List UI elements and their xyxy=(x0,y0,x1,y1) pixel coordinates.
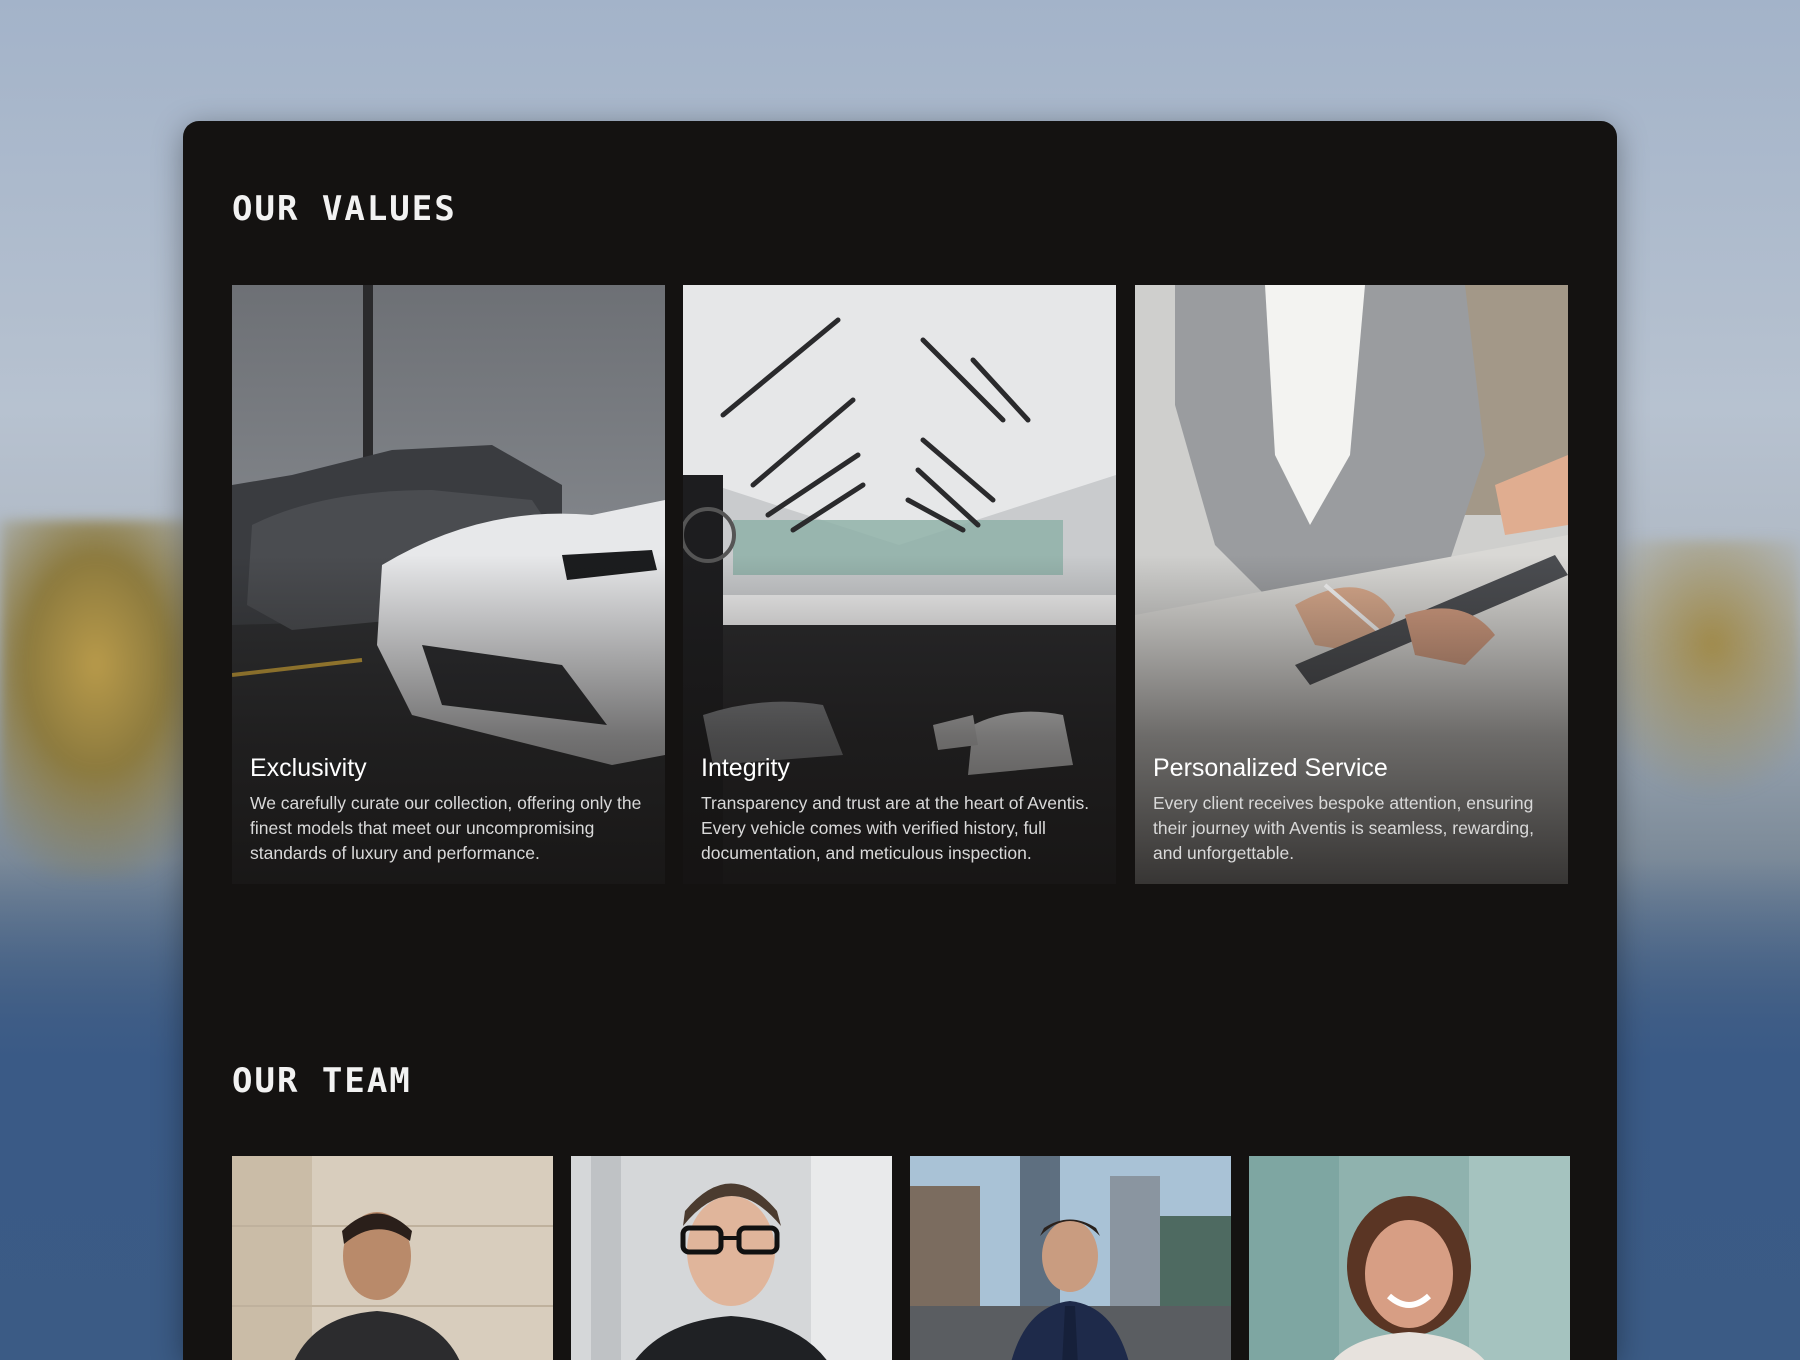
card-description: Every client receives bespoke attention,… xyxy=(1153,793,1534,863)
value-card-integrity[interactable]: Integrity Transparency and trust are at … xyxy=(683,285,1116,884)
card-title: Exclusivity xyxy=(250,754,367,782)
team-member-card[interactable] xyxy=(232,1156,553,1360)
value-card-personalized-service[interactable]: Personalized Service Every client receiv… xyxy=(1135,285,1568,884)
card-description: We carefully curate our collection, offe… xyxy=(250,793,642,863)
content-panel: OUR VALUES Exclusivity We carefully cura… xyxy=(183,121,1617,1360)
value-card-exclusivity[interactable]: Exclusivity We carefully curate our coll… xyxy=(232,285,665,884)
card-description: Transparency and trust are at the heart … xyxy=(701,793,1090,863)
team-member-card[interactable] xyxy=(571,1156,892,1360)
card-text-block: Integrity Transparency and trust are at … xyxy=(701,754,1100,866)
team-member-photo xyxy=(232,1156,553,1360)
team-member-photo xyxy=(910,1156,1231,1360)
card-title: Personalized Service xyxy=(1153,754,1388,782)
team-heading: OUR TEAM xyxy=(232,1061,412,1101)
team-member-photo xyxy=(571,1156,892,1360)
values-heading: OUR VALUES xyxy=(232,189,457,229)
card-text-block: Exclusivity We carefully curate our coll… xyxy=(250,754,649,866)
team-member-photo xyxy=(1249,1156,1570,1360)
team-member-card[interactable] xyxy=(1249,1156,1570,1360)
card-text-block: Personalized Service Every client receiv… xyxy=(1153,754,1552,866)
card-title: Integrity xyxy=(701,754,790,782)
team-member-card[interactable] xyxy=(910,1156,1231,1360)
